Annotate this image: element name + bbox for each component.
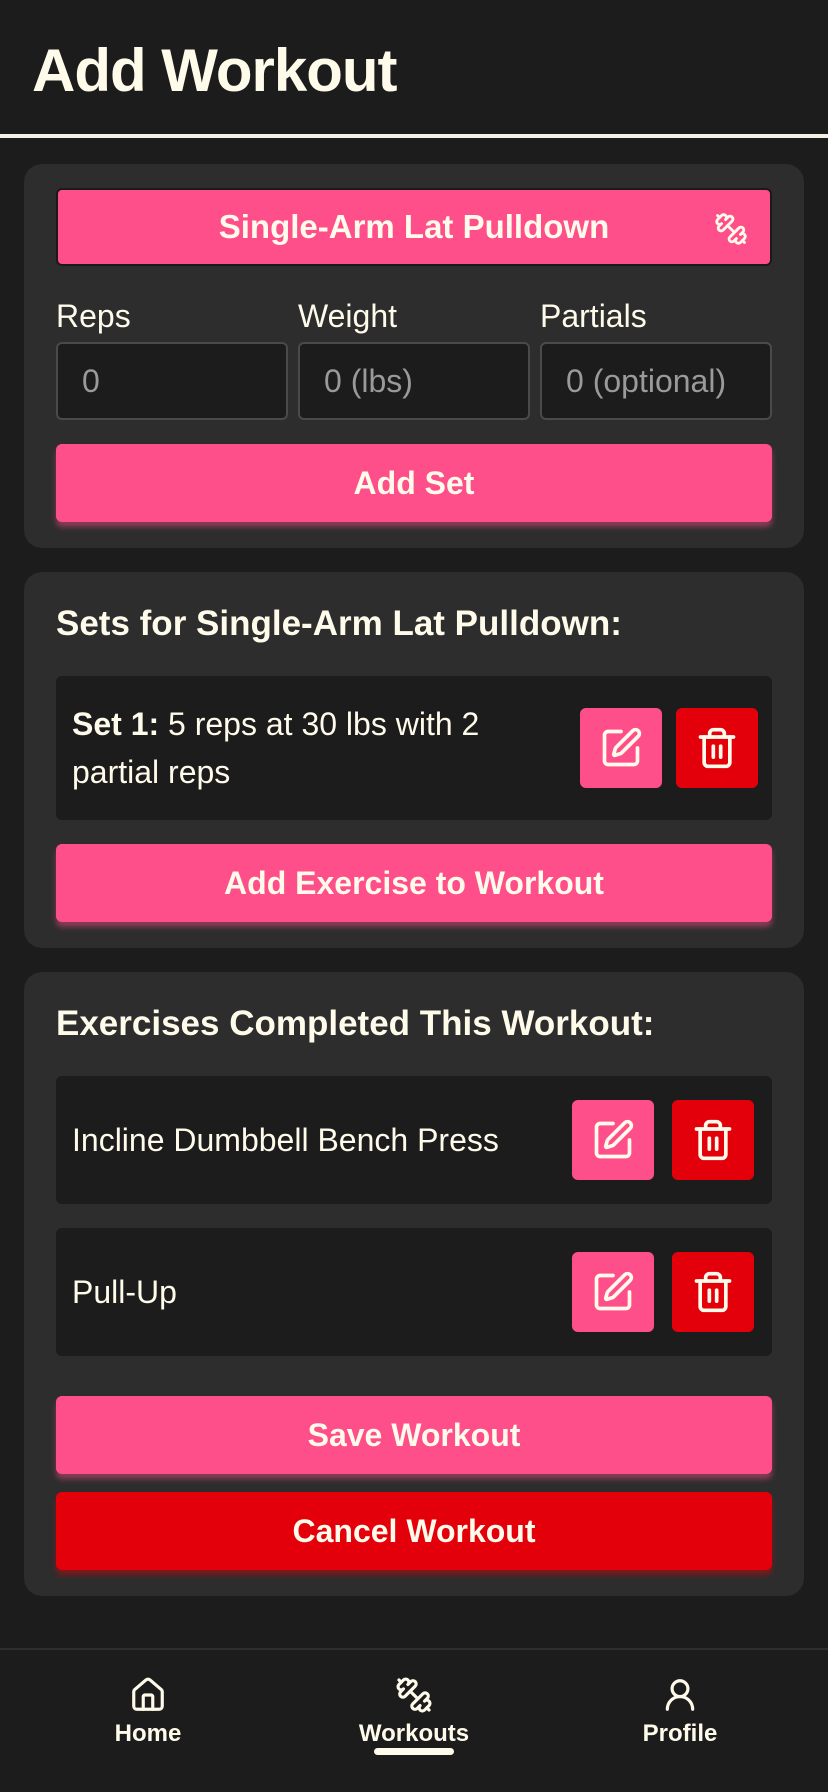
trash-icon [694, 1271, 732, 1313]
weight-label: Weight [298, 298, 398, 334]
exercise-row: Incline Dumbbell Bench Press [56, 1076, 772, 1204]
set-row: Set 1: 5 reps at 30 lbs with 2 partial r… [56, 676, 772, 820]
delete-set-button[interactable] [676, 708, 758, 788]
completed-section-title: Exercises Completed This Workout: [56, 1004, 655, 1043]
nav-label-workouts: Workouts [358, 1720, 470, 1747]
nav-item-workouts[interactable]: Workouts [334, 1676, 494, 1748]
add-set-button[interactable]: Add Set [56, 444, 772, 522]
weight-field: Weight [298, 296, 530, 420]
dumbbell-icon [715, 213, 747, 245]
edit-icon [602, 727, 642, 767]
save-workout-button[interactable]: Save Workout [56, 1396, 772, 1474]
active-tab-indicator [374, 1748, 454, 1755]
weight-input[interactable] [298, 342, 530, 420]
exercise-entry-card: Single-Arm Lat Pulldown Reps Weight Part… [24, 164, 804, 548]
edit-icon [594, 1271, 634, 1311]
delete-exercise-button[interactable] [672, 1252, 754, 1332]
exercise-name: Pull-Up [72, 1274, 177, 1310]
edit-set-button[interactable] [580, 708, 662, 788]
partials-field: Partials [540, 296, 772, 420]
add-exercise-button[interactable]: Add Exercise to Workout [56, 844, 772, 922]
nav-item-home[interactable]: Home [68, 1676, 228, 1748]
edit-exercise-button[interactable] [572, 1100, 654, 1180]
home-icon [132, 1677, 164, 1711]
nav-label-home: Home [114, 1720, 182, 1747]
bottom-nav: Home Workouts Profile [0, 1648, 828, 1792]
edit-exercise-button[interactable] [572, 1252, 654, 1332]
dumbbell-icon [396, 1677, 432, 1713]
page-title: Add Workout [32, 37, 398, 104]
user-icon [665, 1679, 695, 1711]
reps-label: Reps [56, 298, 131, 334]
exercise-name: Incline Dumbbell Bench Press [72, 1122, 499, 1158]
nav-label-profile: Profile [642, 1720, 718, 1747]
exercise-row: Pull-Up [56, 1228, 772, 1356]
sets-section-title: Sets for Single-Arm Lat Pulldown: [56, 604, 622, 643]
trash-icon [698, 727, 736, 769]
partials-label: Partials [540, 298, 647, 334]
set-prefix: Set 1: [72, 706, 160, 742]
reps-input[interactable] [56, 342, 288, 420]
exercise-select-label: Single-Arm Lat Pulldown [218, 208, 610, 245]
reps-field: Reps [56, 296, 288, 420]
trash-icon [694, 1119, 732, 1161]
set-description: Set 1: 5 reps at 30 lbs with 2 partial r… [72, 700, 772, 796]
partials-input[interactable] [540, 342, 772, 420]
exercise-select-button[interactable]: Single-Arm Lat Pulldown [56, 188, 772, 266]
nav-item-profile[interactable]: Profile [600, 1676, 760, 1748]
delete-exercise-button[interactable] [672, 1100, 754, 1180]
page-header: Add Workout [0, 0, 828, 138]
sets-card: Sets for Single-Arm Lat Pulldown: Set 1:… [24, 572, 804, 948]
cancel-workout-button[interactable]: Cancel Workout [56, 1492, 772, 1570]
edit-icon [594, 1119, 634, 1159]
completed-exercises-card: Exercises Completed This Workout: Inclin… [24, 972, 804, 1596]
